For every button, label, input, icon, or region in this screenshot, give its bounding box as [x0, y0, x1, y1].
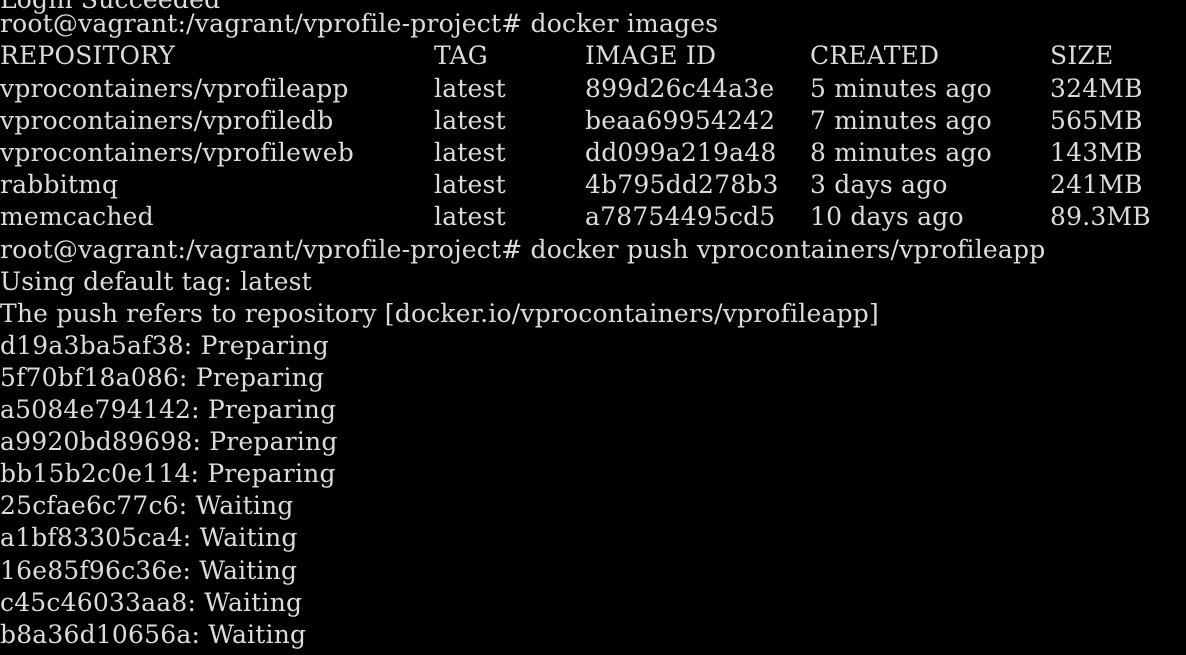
image-repository: rabbitmq [0, 170, 119, 199]
image-tag: latest [434, 74, 506, 103]
terminal-window[interactable]: Login Succeeded root@vagrant:/vagrant/vp… [0, 0, 1186, 655]
image-id: 4b795dd278b3 [585, 170, 779, 199]
layer-status-line: bb15b2c0e114: Preparing [0, 459, 336, 488]
image-repository: memcached [0, 202, 154, 231]
image-id: dd099a219a48 [585, 138, 777, 167]
image-repository: vprocontainers/vprofiledb [0, 106, 334, 135]
push-output-line: Using default tag: latest [0, 267, 312, 296]
image-id: a78754495cd5 [585, 202, 776, 231]
layer-status-line: b8a36d10656a: Waiting [0, 620, 307, 649]
image-row: memcached latest a78754495cd5 10 days ag… [0, 201, 1151, 233]
image-repository: vprocontainers/vprofileweb [0, 138, 354, 167]
layer-status-line: 25cfae6c77c6: Waiting [0, 491, 294, 520]
layer-status-line: 16e85f96c36e: Waiting [0, 556, 298, 585]
image-created: 8 minutes ago [810, 138, 992, 167]
image-created: 7 minutes ago [810, 106, 992, 135]
header-size: SIZE [1050, 41, 1114, 70]
image-row: vprocontainers/vprofileapp latest 899d26… [0, 73, 1142, 105]
image-size: 565MB [1050, 106, 1143, 135]
image-tag: latest [434, 202, 506, 231]
push-output-line: The push refers to repository [docker.io… [0, 299, 879, 328]
header-tag: TAG [434, 41, 488, 70]
image-size: 241MB [1050, 170, 1143, 199]
image-row: vprocontainers/vprofiledb latest beaa699… [0, 105, 1142, 137]
header-image-id: IMAGE ID [585, 41, 717, 70]
command-prompt-docker-images: root@vagrant:/vagrant/vprofile-project# … [0, 9, 719, 38]
image-id: 899d26c44a3e [585, 74, 775, 103]
layer-status-line: a1bf83305ca4: Waiting [0, 523, 298, 552]
layer-status-line: 5f70bf18a086: Preparing [0, 363, 325, 392]
image-tag: latest [434, 106, 506, 135]
layer-status-line: d19a3ba5af38: Preparing [0, 331, 329, 360]
images-table-header: REPOSITORY TAG IMAGE ID CREATED SIZE [0, 40, 1113, 72]
layer-status-line: c45c46033aa8: Waiting [0, 588, 303, 617]
image-created: 5 minutes ago [810, 74, 992, 103]
image-row: vprocontainers/vprofileweb latest dd099a… [0, 137, 1142, 169]
image-created: 10 days ago [810, 202, 964, 231]
image-repository: vprocontainers/vprofileapp [0, 74, 349, 103]
command-prompt-docker-push: root@vagrant:/vagrant/vprofile-project# … [0, 235, 1046, 264]
layer-status-line: a9920bd89698: Preparing [0, 427, 338, 456]
image-tag: latest [434, 138, 506, 167]
image-size: 143MB [1050, 138, 1143, 167]
image-tag: latest [434, 170, 506, 199]
image-created: 3 days ago [810, 170, 948, 199]
image-id: beaa69954242 [585, 106, 776, 135]
header-repository: REPOSITORY [0, 41, 176, 70]
image-row: rabbitmq latest 4b795dd278b3 3 days ago … [0, 169, 1142, 201]
layer-status-line: a5084e794142: Preparing [0, 395, 337, 424]
header-created: CREATED [810, 41, 940, 70]
image-size: 89.3MB [1050, 202, 1151, 231]
image-size: 324MB [1050, 74, 1143, 103]
